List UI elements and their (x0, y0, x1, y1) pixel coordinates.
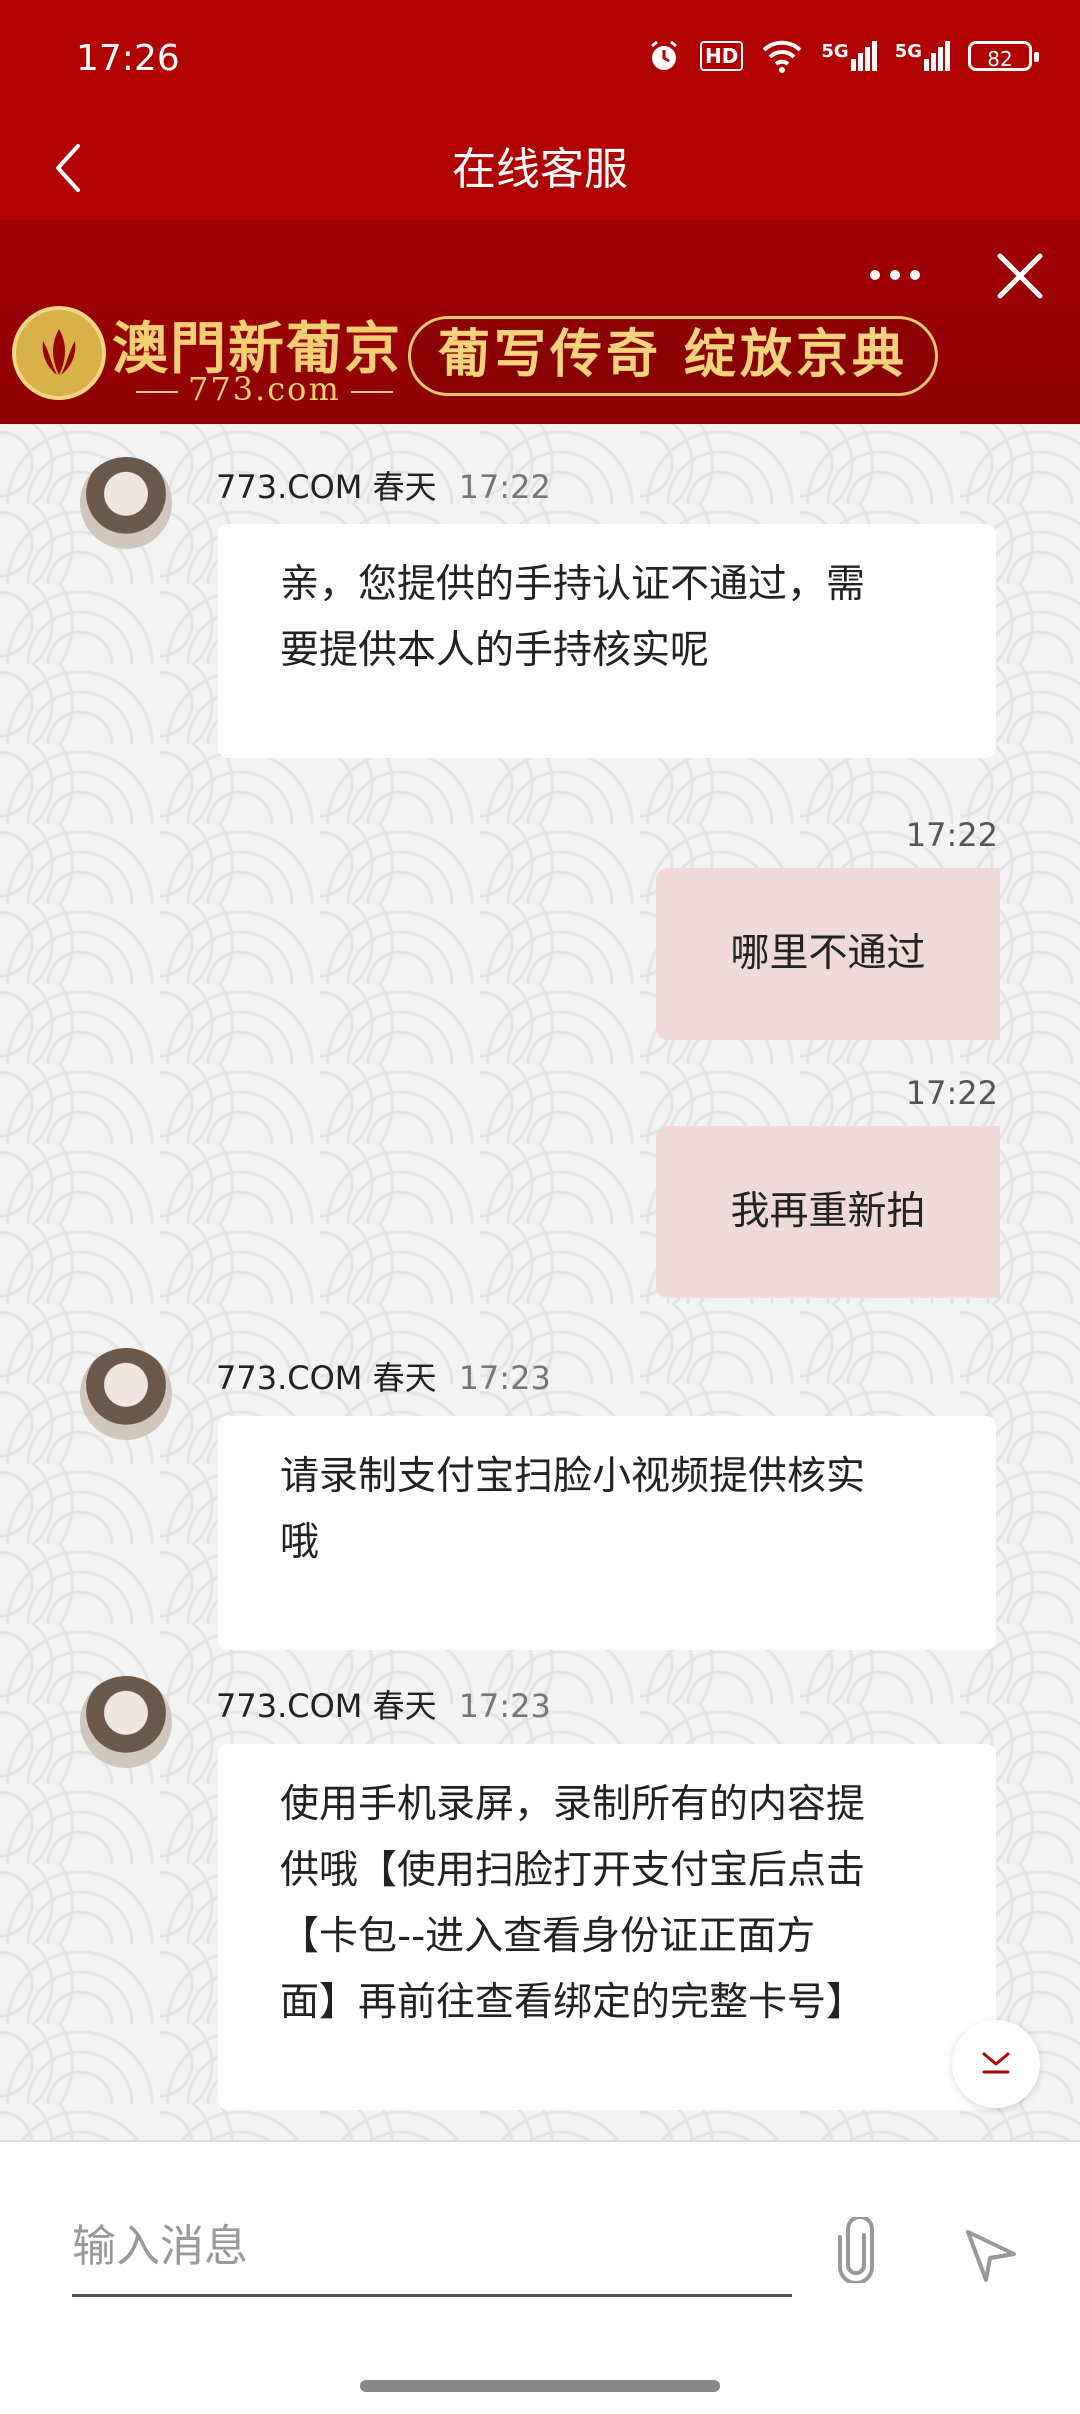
message-bubble[interactable]: 哪里不通过 (656, 868, 1000, 1040)
battery-icon: 82 (968, 41, 1039, 71)
back-button[interactable] (32, 132, 104, 204)
more-icon (870, 270, 920, 280)
signal-1-icon: 5G (821, 41, 877, 71)
message-input[interactable] (72, 2198, 792, 2297)
network-2-label: 5G (894, 41, 922, 62)
message-time: 17:23 (458, 1687, 551, 1725)
message-time: 17:22 (905, 816, 998, 854)
wifi-icon (762, 40, 802, 73)
close-icon (997, 253, 1043, 299)
signal-2-icon: 5G (895, 41, 950, 71)
home-indicator[interactable] (360, 2380, 720, 2392)
message-line: 面】再前往查看绑定的完整卡号】 (280, 1980, 866, 2025)
scroll-down-icon (982, 2052, 1010, 2074)
message-bubble[interactable]: 请录制支付宝扫脸小视频提供核实 哦 (218, 1416, 996, 1650)
back-icon (56, 144, 80, 192)
more-button[interactable] (860, 250, 930, 300)
banner-slogan: 葡写传奇 绽放京典 (408, 316, 938, 396)
close-button[interactable] (986, 242, 1054, 310)
brand-logo-icon (12, 306, 106, 400)
avatar[interactable] (80, 1348, 172, 1440)
input-bar (0, 2140, 1080, 2414)
message-line: 哦 (280, 1520, 320, 1565)
sender-name: 773.COM 春天 (216, 468, 437, 506)
banner-domain: 773.com (126, 370, 403, 408)
message-line: 【卡包--进入查看身份证正面方 (280, 1914, 816, 1959)
message-time: 17:23 (458, 1359, 551, 1397)
sender-name: 773.COM 春天 (216, 1359, 437, 1397)
message-bubble[interactable]: 我再重新拍 (656, 1126, 1000, 1298)
header: 在线客服 (0, 120, 1080, 220)
alarm-icon (651, 40, 677, 70)
status-bar: 17:26 HD 5G 5G 82 (0, 0, 1080, 120)
hd-icon: HD (700, 41, 744, 71)
network-1-label: 5G (821, 41, 849, 62)
message-header: 773.COM 春天 17:22 (216, 462, 551, 508)
avatar[interactable] (80, 1676, 172, 1768)
attach-button[interactable] (824, 2208, 888, 2292)
sender-name: 773.COM 春天 (216, 1687, 437, 1725)
message-line: 供哦【使用扫脸打开支付宝后点击 (280, 1848, 866, 1893)
status-icons: HD 5G 5G 82 (646, 38, 1039, 74)
message-line: 使用手机录屏，录制所有的内容提 (280, 1782, 866, 1827)
avatar[interactable] (80, 457, 172, 549)
message-header: 773.COM 春天 17:23 (216, 1353, 551, 1399)
message-line: 亲，您提供的手持认证不通过，需 (280, 562, 866, 607)
chat-area[interactable]: 773.COM 春天 17:22 亲，您提供的手持认证不通过，需 要提供本人的手持… (0, 424, 1080, 2140)
message-line: 请录制支付宝扫脸小视频提供核实 (280, 1454, 866, 1499)
send-button[interactable] (954, 2212, 1026, 2296)
status-time: 17:26 (76, 38, 180, 79)
paperclip-icon (838, 2217, 874, 2283)
message-text: 哪里不通过 (730, 931, 926, 976)
message-time: 17:22 (905, 1074, 998, 1112)
scroll-to-bottom-button[interactable] (952, 2020, 1040, 2108)
page-title: 在线客服 (452, 144, 628, 195)
message-header: 773.COM 春天 17:23 (216, 1681, 551, 1727)
send-icon (966, 2230, 1016, 2282)
message-bubble[interactable]: 亲，您提供的手持认证不通过，需 要提供本人的手持核实呢 (218, 524, 996, 758)
message-bubble[interactable]: 使用手机录屏，录制所有的内容提 供哦【使用扫脸打开支付宝后点击 【卡包--进入查… (218, 1744, 996, 2110)
promo-banner[interactable]: 澳門新葡京 773.com 葡写传奇 绽放京典 (0, 220, 1080, 424)
message-time: 17:22 (458, 468, 551, 506)
message-text: 我再重新拍 (730, 1189, 926, 1234)
message-line: 要提供本人的手持核实呢 (280, 628, 710, 673)
